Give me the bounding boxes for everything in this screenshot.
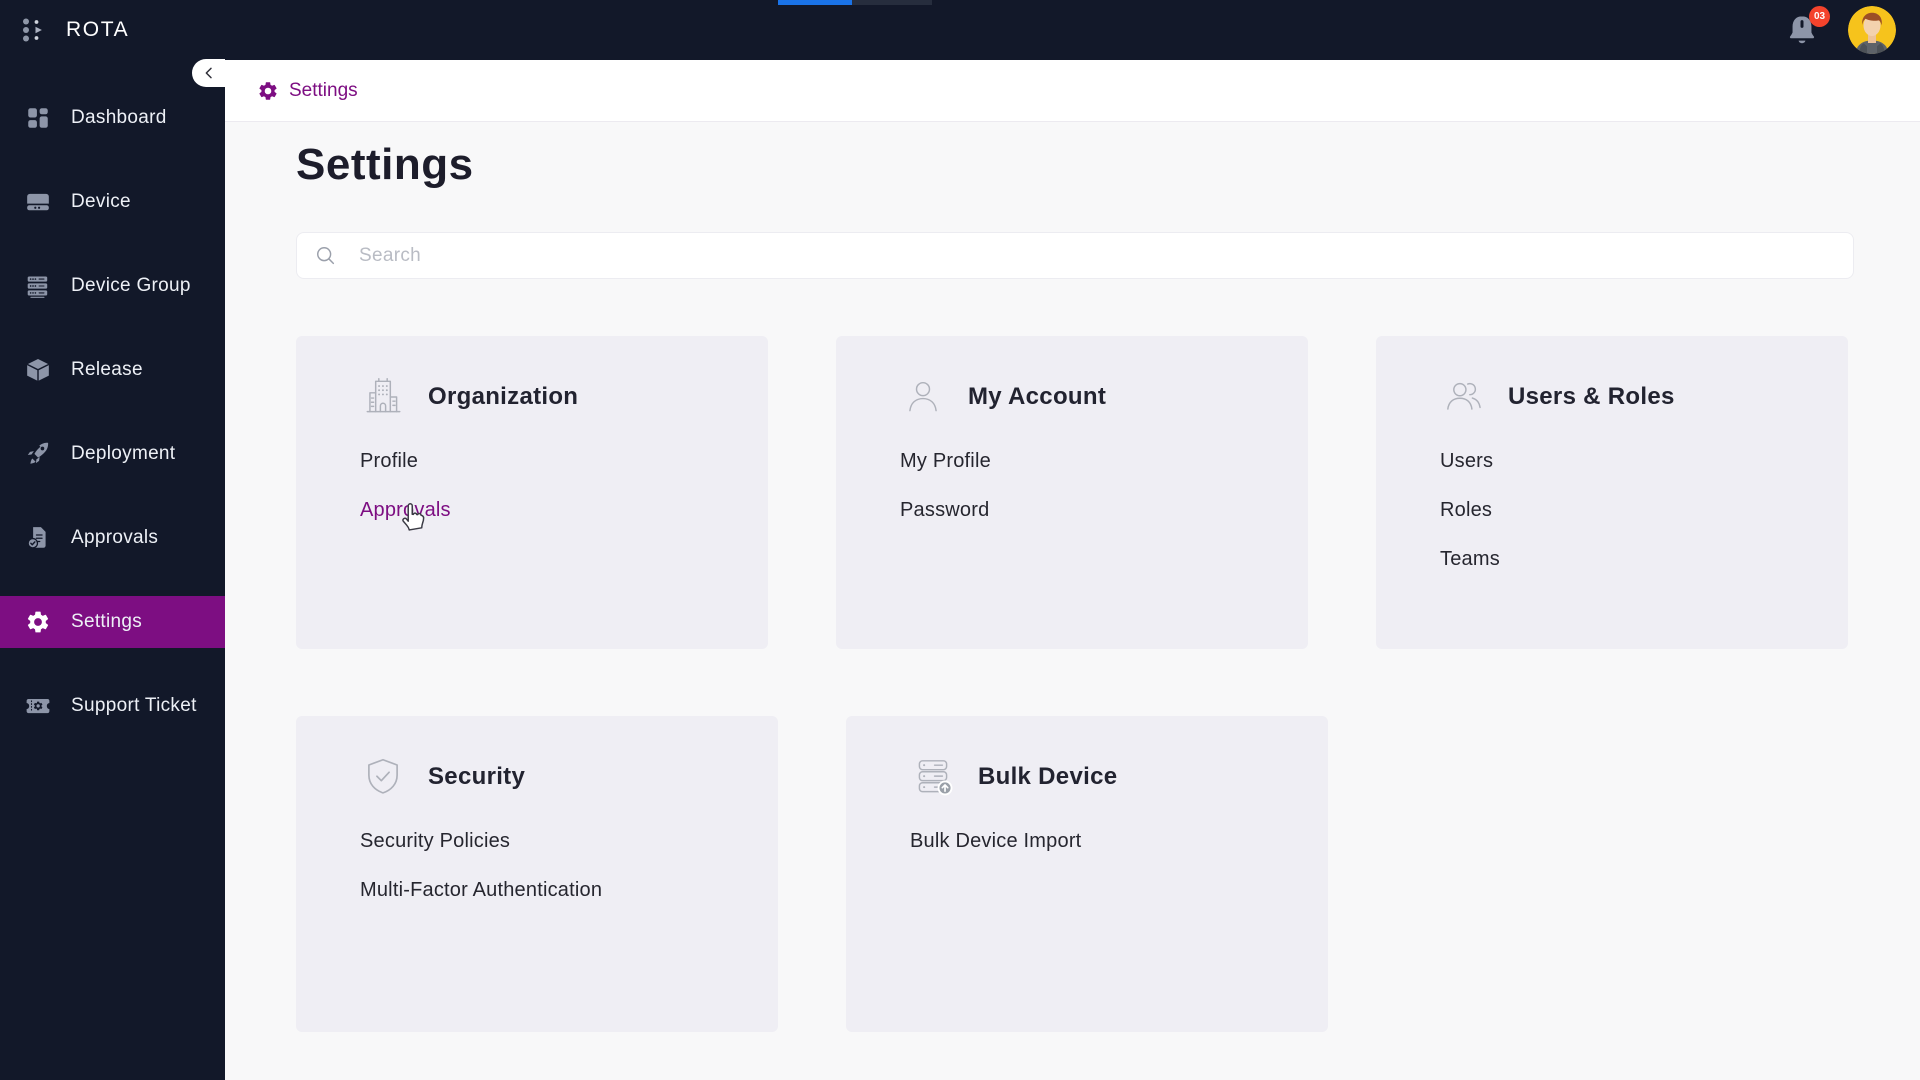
gear-icon [259,81,277,100]
link-teams[interactable]: Teams [1440,548,1500,571]
content-header: Settings [192,59,1920,122]
link-security-policies[interactable]: Security Policies [360,830,510,853]
card-head: Security [360,754,750,800]
card-security: Security Security Policies Multi-Factor … [296,716,778,1032]
card-links: My Profile Password [900,450,1280,522]
card-my-account: My Account My Profile Password [836,336,1308,649]
user-icon [909,381,937,412]
support-ticket-icon [26,698,50,714]
card-links: Users Roles Teams [1440,450,1820,571]
top-blue-strip [778,0,852,5]
sidebar-item-label: Device Group [71,275,191,296]
deployment-rocket-icon [27,442,49,464]
sidebar-item-label: Dashboard [71,107,167,128]
card-links: Profile Approvals [360,450,740,522]
brand: ROTA [0,15,210,45]
search-box [296,232,1854,279]
settings-gear-icon [27,611,49,633]
main: Settings Search Organization Profile App… [225,122,1920,1032]
cards-row-2: Security Security Policies Multi-Factor … [296,716,1854,1032]
dashboard-icon [28,108,48,128]
topbar-right: 03 [1784,6,1920,54]
card-links: Security Policies Multi-Factor Authentic… [360,830,750,902]
device-group-icon [27,276,48,298]
card-title: Users & Roles [1508,383,1675,410]
approvals-icon [27,527,46,549]
link-bulk-device-import[interactable]: Bulk Device Import [910,830,1081,853]
link-mfa[interactable]: Multi-Factor Authentication [360,879,602,902]
search-input[interactable] [357,243,1837,268]
sidebar-item-deployment[interactable]: Deployment [0,412,225,496]
card-links: Bulk Device Import [910,830,1300,853]
card-head: My Account [900,374,1280,420]
settings-cards: Organization Profile Approvals My Accoun… [296,336,1854,1032]
building-icon [366,377,401,413]
sidebar-item-settings[interactable]: Settings [0,596,225,648]
release-icon [26,358,50,382]
card-title: Bulk Device [978,763,1118,790]
cards-row-1: Organization Profile Approvals My Accoun… [296,336,1854,649]
page-title: Settings [296,140,474,189]
sidebar-item-device-group[interactable]: Device Group [0,244,225,328]
card-organization: Organization Profile Approvals [296,336,768,649]
chevron-left-icon [205,67,212,79]
sidebar-item-dashboard[interactable]: Dashboard [0,76,225,160]
sidebar-item-label: Deployment [71,443,176,464]
link-roles[interactable]: Roles [1440,499,1492,522]
top-bar: ROTA 03 [0,0,1920,60]
device-icon [27,193,49,211]
link-approvals[interactable]: Approvals [360,499,451,522]
user-avatar[interactable] [1848,6,1896,54]
brand-name: ROTA [66,18,130,41]
breadcrumb[interactable]: Settings [257,80,358,102]
avatar-image [1848,6,1896,54]
sidebar-item-label: Approvals [71,527,159,548]
sidebar: Dashboard Device Device Group Release De… [0,60,225,1080]
sidebar-item-support-ticket[interactable]: Support Ticket [0,664,225,748]
sidebar-item-label: Device [71,191,131,212]
link-users[interactable]: Users [1440,450,1493,473]
sidebar-item-release[interactable]: Release [0,328,225,412]
sidebar-item-approvals[interactable]: Approvals [0,496,225,580]
breadcrumb-label: Settings [289,79,358,101]
card-title: My Account [968,383,1107,410]
card-users-roles: Users & Roles Users Roles Teams [1376,336,1848,649]
shield-check-icon [368,758,398,794]
sidebar-collapse-button[interactable] [192,59,225,87]
card-head: Organization [360,374,740,420]
link-my-profile[interactable]: My Profile [900,450,991,473]
sidebar-item-label: Settings [71,611,143,632]
rota-logo-icon [20,15,50,45]
users-icon [1447,382,1481,410]
sidebar-item-label: Release [71,359,143,380]
sidebar-nav: Dashboard Device Device Group Release De… [0,60,225,748]
sidebar-item-device[interactable]: Device [0,160,225,244]
top-gray-strip [852,0,932,5]
sidebar-item-label: Support Ticket [71,695,197,716]
search-icon [317,246,335,264]
link-password[interactable]: Password [900,499,989,522]
card-title: Organization [428,383,579,410]
card-title: Security [428,763,526,790]
notification-badge: 03 [1809,6,1830,27]
card-bulk-device: Bulk Device Bulk Device Import [846,716,1328,1032]
content-area: Settings Settings Search Organization Pr… [192,59,1920,1080]
server-upload-icon [918,760,953,796]
card-head: Users & Roles [1440,374,1820,420]
card-head: Bulk Device [910,754,1300,800]
notification-bell-button[interactable]: 03 [1784,6,1830,50]
link-profile[interactable]: Profile [360,450,418,473]
